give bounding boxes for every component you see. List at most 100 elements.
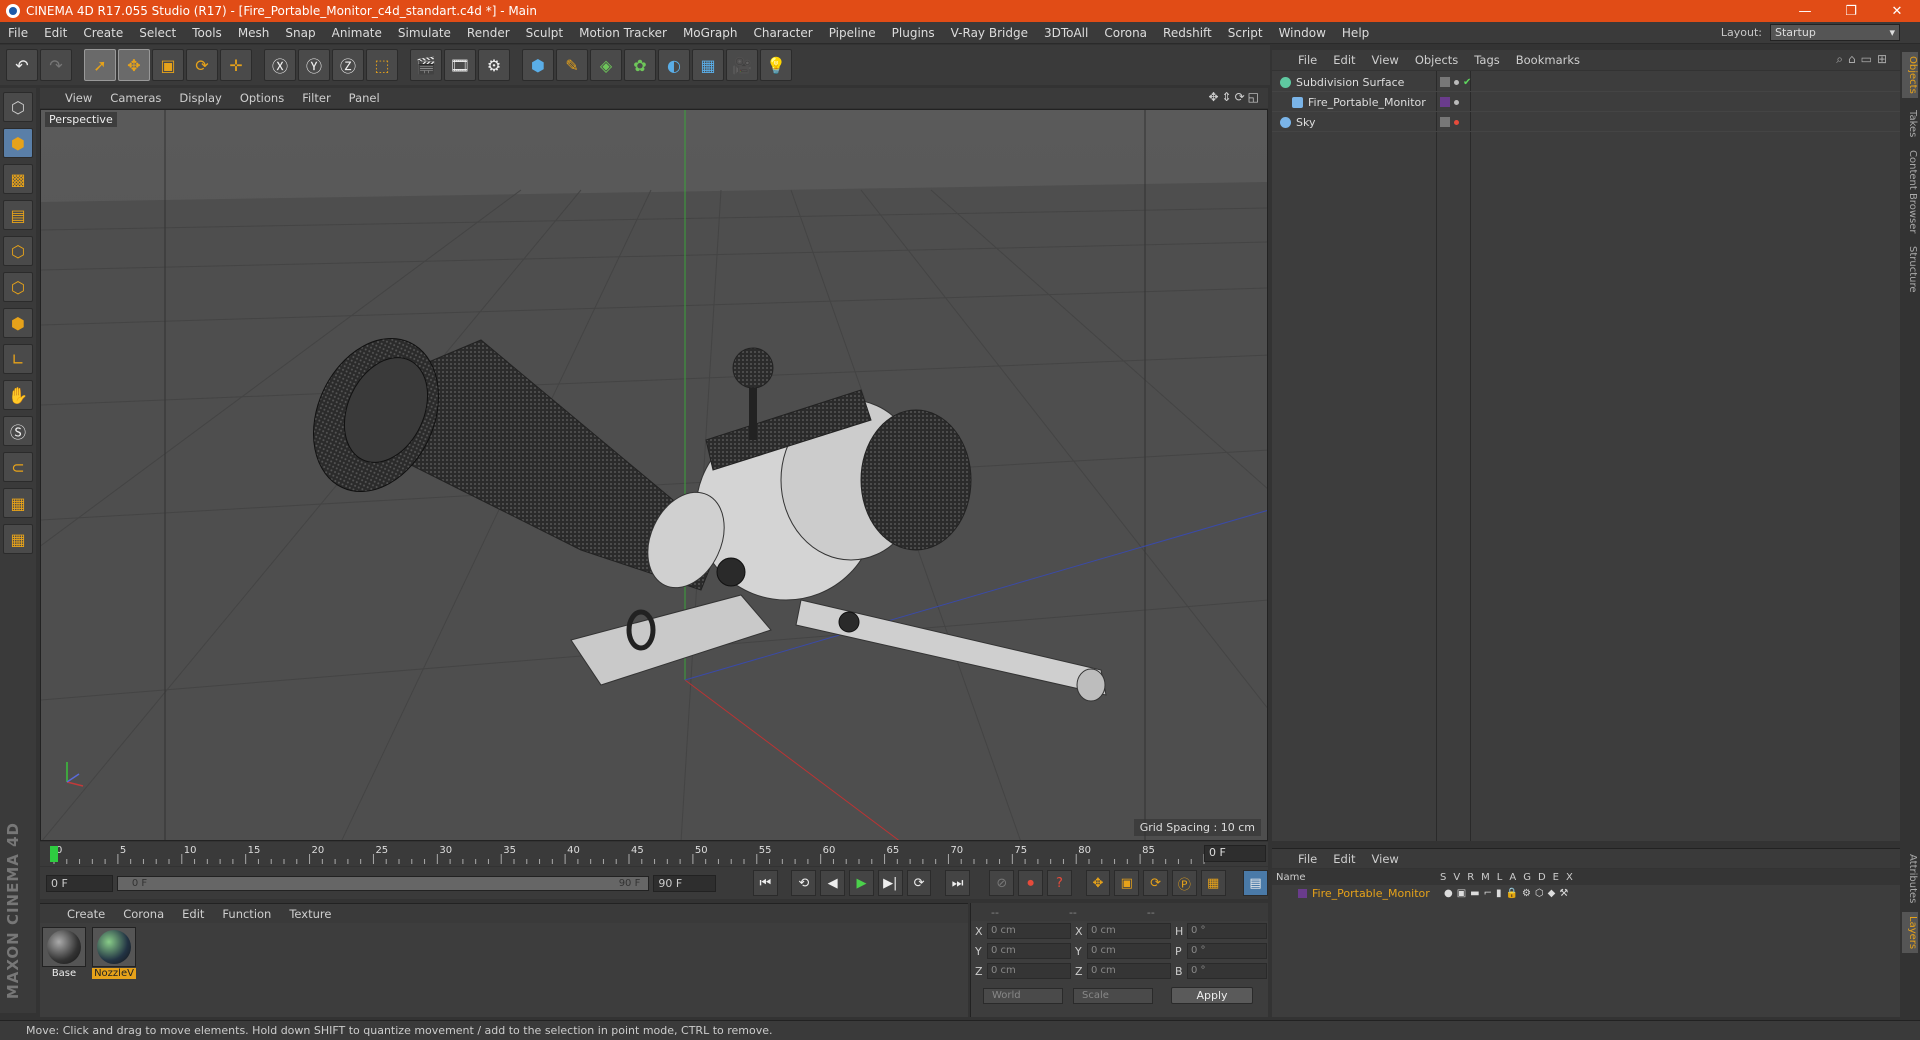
layers-menu-edit[interactable]: Edit bbox=[1325, 852, 1363, 866]
menu-vray-bridge[interactable]: V-Ray Bridge bbox=[943, 26, 1036, 40]
column-solo[interactable]: S bbox=[1440, 872, 1446, 883]
objects-menu-edit[interactable]: Edit bbox=[1325, 53, 1363, 67]
material-menu-create[interactable]: Create bbox=[58, 907, 114, 921]
y-axis-lock-icon[interactable]: Ⓨ bbox=[298, 49, 330, 81]
snapping-icon[interactable]: ⊂ bbox=[3, 452, 33, 482]
layer-row-fire-portable-monitor[interactable]: Fire_Portable_Monitor ●▣▬⌐▮🔒⚙⬡◆⚒ bbox=[1272, 885, 1900, 902]
column-expressions[interactable]: E bbox=[1553, 872, 1559, 883]
layers-menu-view[interactable]: View bbox=[1364, 852, 1407, 866]
material-menu-corona[interactable]: Corona bbox=[114, 907, 173, 921]
close-button[interactable]: ✕ bbox=[1874, 4, 1920, 19]
timeline-window-icon[interactable]: ▤ bbox=[1243, 870, 1268, 896]
redo-icon[interactable]: ↷ bbox=[40, 49, 72, 81]
render-view-icon[interactable]: 🎬 bbox=[410, 49, 442, 81]
material-menu-texture[interactable]: Texture bbox=[280, 907, 340, 921]
size-x-field[interactable]: 0 cm bbox=[1087, 923, 1171, 939]
key-scale-icon[interactable]: ▣ bbox=[1114, 870, 1140, 896]
coordinate-mode-dropdown[interactable]: World bbox=[983, 987, 1063, 1004]
autokeying-icon[interactable]: ? bbox=[1047, 870, 1072, 896]
material-base[interactable]: Base bbox=[42, 927, 86, 979]
axis-mode-icon[interactable]: ∟ bbox=[3, 344, 33, 374]
tab-content-browser[interactable]: Content Browser bbox=[1902, 146, 1918, 237]
object-row-subdivision-surface[interactable]: Subdivision Surface ✔ bbox=[1272, 73, 1900, 92]
object-row-fire-portable-monitor[interactable]: Fire_Portable_Monitor bbox=[1272, 93, 1900, 112]
column-generators[interactable]: G bbox=[1523, 872, 1531, 883]
model-mode-icon[interactable]: ⬢ bbox=[3, 128, 33, 158]
x-axis-lock-icon[interactable]: Ⓧ bbox=[264, 49, 296, 81]
key-rotation-icon[interactable]: ⟳ bbox=[1143, 870, 1168, 896]
rotation-b-field[interactable]: 0 ° bbox=[1187, 963, 1267, 979]
restore-button[interactable]: ❐ bbox=[1828, 4, 1874, 19]
menu-create[interactable]: Create bbox=[75, 26, 131, 40]
layer-toggle-icons[interactable]: ●▣▬⌐▮🔒⚙⬡◆⚒ bbox=[1444, 888, 1572, 899]
make-editable-icon[interactable]: ⬡ bbox=[3, 92, 33, 122]
position-x-field[interactable]: 0 cm bbox=[987, 923, 1071, 939]
layer-color-swatch[interactable] bbox=[1298, 889, 1307, 898]
material-menu-edit[interactable]: Edit bbox=[173, 907, 213, 921]
undo-icon[interactable]: ↶ bbox=[6, 49, 38, 81]
playhead[interactable] bbox=[50, 846, 58, 862]
solo-mode-icon[interactable]: Ⓢ bbox=[3, 416, 33, 446]
column-deformers[interactable]: D bbox=[1538, 872, 1546, 883]
tab-layers[interactable]: Layers bbox=[1902, 912, 1918, 954]
menu-3dtoall[interactable]: 3DToAll bbox=[1036, 26, 1096, 40]
minimize-button[interactable]: — bbox=[1782, 4, 1828, 19]
previous-key-icon[interactable]: ⟲ bbox=[791, 870, 817, 896]
objects-menu-tags[interactable]: Tags bbox=[1466, 53, 1507, 67]
pen-spline-icon[interactable]: ✎ bbox=[556, 49, 588, 81]
start-frame-field[interactable]: 0 F bbox=[46, 874, 113, 892]
objects-menu-bookmarks[interactable]: Bookmarks bbox=[1508, 53, 1588, 67]
camera-icon[interactable]: 🎥 bbox=[726, 49, 758, 81]
viewport-menu-panel[interactable]: Panel bbox=[340, 91, 389, 105]
next-key-icon[interactable]: ⟳ bbox=[906, 870, 932, 896]
move-icon[interactable]: ✥ bbox=[118, 49, 150, 81]
floor-icon[interactable]: ▦ bbox=[692, 49, 724, 81]
column-render[interactable]: R bbox=[1467, 872, 1474, 883]
record-active-objects-icon[interactable]: ⏺ bbox=[1018, 870, 1044, 896]
live-selection-icon[interactable]: ➚ bbox=[84, 49, 116, 81]
tab-attributes[interactable]: Attributes bbox=[1902, 850, 1918, 907]
key-position-icon[interactable]: ✥ bbox=[1085, 870, 1111, 896]
play-icon[interactable]: ▶ bbox=[849, 870, 874, 896]
cloner-icon[interactable]: ✿ bbox=[624, 49, 656, 81]
column-xref[interactable]: X bbox=[1566, 872, 1573, 883]
column-animation[interactable]: A bbox=[1509, 872, 1516, 883]
key-pla-icon[interactable]: ▦ bbox=[1200, 870, 1226, 896]
size-y-field[interactable]: 0 cm bbox=[1087, 943, 1171, 959]
viewport-navigation-icons[interactable]: ✥⇕⟳◱ bbox=[1208, 90, 1262, 104]
rotation-h-field[interactable]: 0 ° bbox=[1187, 923, 1267, 939]
points-mode-icon[interactable]: ⬡ bbox=[3, 236, 33, 266]
menu-window[interactable]: Window bbox=[1271, 26, 1334, 40]
menu-mesh[interactable]: Mesh bbox=[230, 26, 278, 40]
texture-mode-icon[interactable]: ▩ bbox=[3, 164, 33, 194]
polygons-mode-icon[interactable]: ⬢ bbox=[3, 308, 33, 338]
viewport-menu-filter[interactable]: Filter bbox=[293, 91, 339, 105]
material-menu-function[interactable]: Function bbox=[213, 907, 280, 921]
menu-motion-tracker[interactable]: Motion Tracker bbox=[571, 26, 675, 40]
rotate-icon[interactable]: ⟳ bbox=[186, 49, 218, 81]
menu-tools[interactable]: Tools bbox=[184, 26, 230, 40]
viewport-menu-cameras[interactable]: Cameras bbox=[101, 91, 170, 105]
go-to-start-icon[interactable]: ⏮ bbox=[752, 870, 778, 896]
menu-plugins[interactable]: Plugins bbox=[884, 26, 943, 40]
viewport-menu-view[interactable]: View bbox=[56, 91, 101, 105]
next-frame-icon[interactable]: ▶| bbox=[877, 870, 903, 896]
objects-menu-objects[interactable]: Objects bbox=[1407, 53, 1466, 67]
current-frame-field[interactable]: 0 F bbox=[1204, 845, 1266, 862]
material-nozzlev[interactable]: NozzleV bbox=[92, 927, 136, 979]
menu-corona[interactable]: Corona bbox=[1096, 26, 1155, 40]
tab-objects[interactable]: Objects bbox=[1902, 52, 1918, 98]
z-axis-lock-icon[interactable]: Ⓩ bbox=[332, 49, 364, 81]
menu-simulate[interactable]: Simulate bbox=[390, 26, 459, 40]
scale-icon[interactable]: ▣ bbox=[152, 49, 184, 81]
menu-render[interactable]: Render bbox=[459, 26, 518, 40]
cube-object-icon[interactable]: ⬢ bbox=[522, 49, 554, 81]
menu-mograph[interactable]: MoGraph bbox=[675, 26, 746, 40]
menu-select[interactable]: Select bbox=[131, 26, 184, 40]
menu-redshift[interactable]: Redshift bbox=[1155, 26, 1220, 40]
subdivision-surface-icon[interactable]: ◈ bbox=[590, 49, 622, 81]
deformer-icon[interactable]: ◐ bbox=[658, 49, 690, 81]
menu-edit[interactable]: Edit bbox=[36, 26, 75, 40]
viewport-menu-options[interactable]: Options bbox=[231, 91, 293, 105]
column-manager[interactable]: M bbox=[1481, 872, 1490, 883]
